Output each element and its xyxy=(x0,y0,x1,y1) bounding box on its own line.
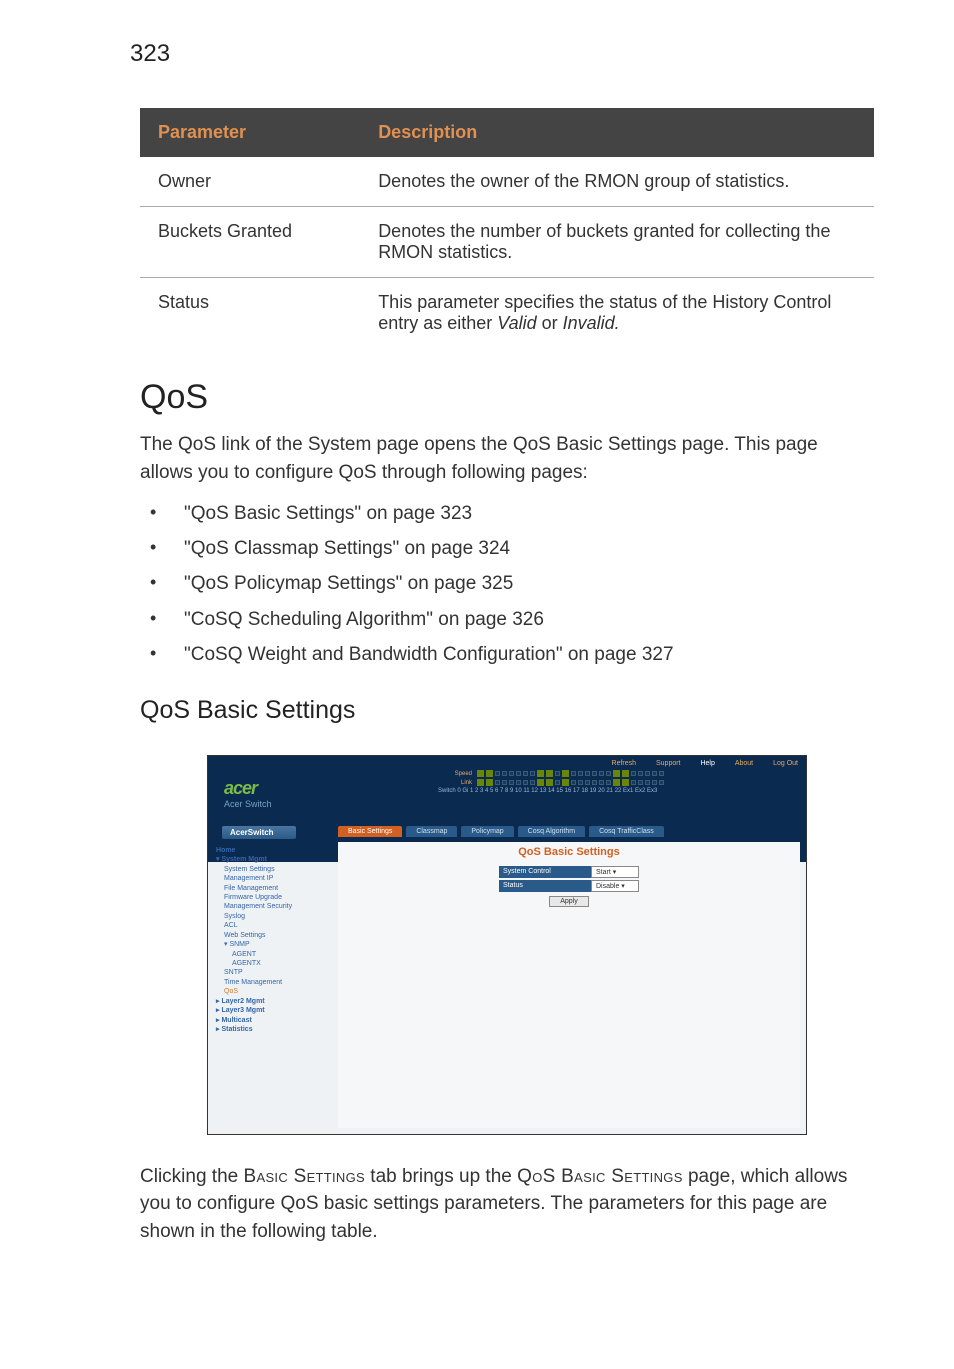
sidebar-item-home[interactable]: Home xyxy=(216,846,328,855)
panel-title: QoS Basic Settings xyxy=(338,846,800,858)
sidebar-item-snmp[interactable]: ▾ SNMP xyxy=(216,940,328,949)
sidebar-item-agent[interactable]: AGENT xyxy=(216,950,328,959)
param-cell: Owner xyxy=(140,157,360,207)
refresh-link[interactable]: Refresh xyxy=(612,760,637,767)
sidebar-item-acl[interactable]: ACL xyxy=(216,921,328,930)
closing-text: tab brings up the xyxy=(365,1166,517,1187)
list-item: "QoS Basic Settings" on page 323 xyxy=(144,496,874,531)
sidebar-item-agentx[interactable]: AGENTX xyxy=(216,959,328,968)
sidebar-item-layer3-mgmt[interactable]: ▸ Layer3 Mgmt xyxy=(216,1006,328,1015)
sidebar-item-management-ip[interactable]: Management IP xyxy=(216,874,328,883)
logo-area: acer Acer Switch xyxy=(224,778,272,809)
port-strip: Speed Link Switch 0 Gi 1 2 3 4 5 6 7 8 9… xyxy=(438,770,796,796)
sidebar-item-statistics[interactable]: ▸ Statistics xyxy=(216,1025,328,1034)
sidebar-item-web-settings[interactable]: Web Settings xyxy=(216,931,328,940)
heading-basic-settings: QoS Basic Settings xyxy=(140,696,874,725)
th-parameter: Parameter xyxy=(140,108,360,157)
sidebar-item-system-mgmt[interactable]: ▾ System Mgmt xyxy=(216,855,328,864)
desc-italic: Valid xyxy=(497,313,536,333)
tab-cosq-algorithm[interactable]: Cosq Algorithm xyxy=(518,826,585,837)
tab-policymap[interactable]: Policymap xyxy=(461,826,513,837)
sidebar-item-time-management[interactable]: Time Management xyxy=(216,978,328,987)
desc-text: or xyxy=(537,313,563,333)
sidebar-item-syslog[interactable]: Syslog xyxy=(216,912,328,921)
embedded-screenshot: Refresh Support Help About Log Out acer … xyxy=(207,755,807,1135)
heading-qos: QoS xyxy=(140,378,874,417)
system-control-label: System Control xyxy=(499,866,591,878)
tab-bar: Basic Settings Classmap Policymap Cosq A… xyxy=(338,826,666,837)
speed-label: Speed xyxy=(438,771,472,779)
table-row: Buckets Granted Denotes the number of bu… xyxy=(140,207,874,278)
sidebar-item-firmware-upgrade[interactable]: Firmware Upgrade xyxy=(216,893,328,902)
table-row: Owner Denotes the owner of the RMON grou… xyxy=(140,157,874,207)
logout-link[interactable]: Log Out xyxy=(773,760,798,767)
system-control-select[interactable]: Start ▾ xyxy=(591,866,639,878)
table-row: Status This parameter specifies the stat… xyxy=(140,278,874,349)
link-label: Link xyxy=(438,780,472,788)
tab-classmap[interactable]: Classmap xyxy=(406,826,457,837)
closing-smallcaps: QoS Basic Settings xyxy=(517,1166,683,1187)
sidebar-item-layer2-mgmt[interactable]: ▸ Layer2 Mgmt xyxy=(216,997,328,1006)
closing-paragraph: Clicking the Basic Settings tab brings u… xyxy=(140,1163,874,1246)
desc-cell: This parameter specifies the status of t… xyxy=(360,278,874,349)
brand-subtitle: Acer Switch xyxy=(224,799,272,809)
desc-cell: Denotes the number of buckets granted fo… xyxy=(360,207,874,278)
settings-form: System Control Start ▾ Status Disable ▾ … xyxy=(499,866,639,907)
parameter-table: Parameter Description Owner Denotes the … xyxy=(140,108,874,348)
param-cell: Buckets Granted xyxy=(140,207,360,278)
about-link[interactable]: About xyxy=(735,760,753,767)
breadcrumb: AcerSwitch xyxy=(222,826,296,839)
sidebar-item-management-security[interactable]: Management Security xyxy=(216,902,328,911)
param-cell: Status xyxy=(140,278,360,349)
sidebar-item-qos[interactable]: QoS xyxy=(216,987,328,996)
help-link[interactable]: Help xyxy=(700,760,714,767)
bullet-list: "QoS Basic Settings" on page 323 "QoS Cl… xyxy=(140,496,874,672)
list-item: "QoS Classmap Settings" on page 324 xyxy=(144,531,874,566)
sidebar-item-multicast[interactable]: ▸ Multicast xyxy=(216,1016,328,1025)
brand-logo: acer xyxy=(224,778,272,799)
switch-ports-label: Switch 0 Gi 1 2 3 4 5 6 7 8 9 10 11 12 1… xyxy=(438,788,796,796)
sidebar-nav: Home ▾ System Mgmt System Settings Manag… xyxy=(212,842,332,1039)
list-item: "QoS Policymap Settings" on page 325 xyxy=(144,566,874,601)
closing-text: Clicking the xyxy=(140,1166,244,1187)
main-panel: QoS Basic Settings System Control Start … xyxy=(338,842,800,1128)
sidebar-item-system-settings[interactable]: System Settings xyxy=(216,865,328,874)
list-item: "CoSQ Weight and Bandwidth Configuration… xyxy=(144,637,874,672)
desc-cell: Denotes the owner of the RMON group of s… xyxy=(360,157,874,207)
sidebar-item-sntp[interactable]: SNTP xyxy=(216,968,328,977)
sidebar-item-file-management[interactable]: File Management xyxy=(216,884,328,893)
list-item: "CoSQ Scheduling Algorithm" on page 326 xyxy=(144,602,874,637)
status-select[interactable]: Disable ▾ xyxy=(591,880,639,892)
tab-cosq-trafficclass[interactable]: Cosq TrafficClass xyxy=(589,826,664,837)
closing-smallcaps: Basic Settings xyxy=(244,1166,366,1187)
desc-italic: Invalid. xyxy=(563,313,620,333)
ss-topbar: Refresh Support Help About Log Out xyxy=(594,760,798,767)
apply-button[interactable]: Apply xyxy=(549,896,589,907)
page-number: 323 xyxy=(130,40,874,68)
support-link[interactable]: Support xyxy=(656,760,681,767)
tab-basic-settings[interactable]: Basic Settings xyxy=(338,826,402,837)
intro-paragraph: The QoS link of the System page opens th… xyxy=(140,431,874,486)
status-label: Status xyxy=(499,880,591,892)
th-description: Description xyxy=(360,108,874,157)
